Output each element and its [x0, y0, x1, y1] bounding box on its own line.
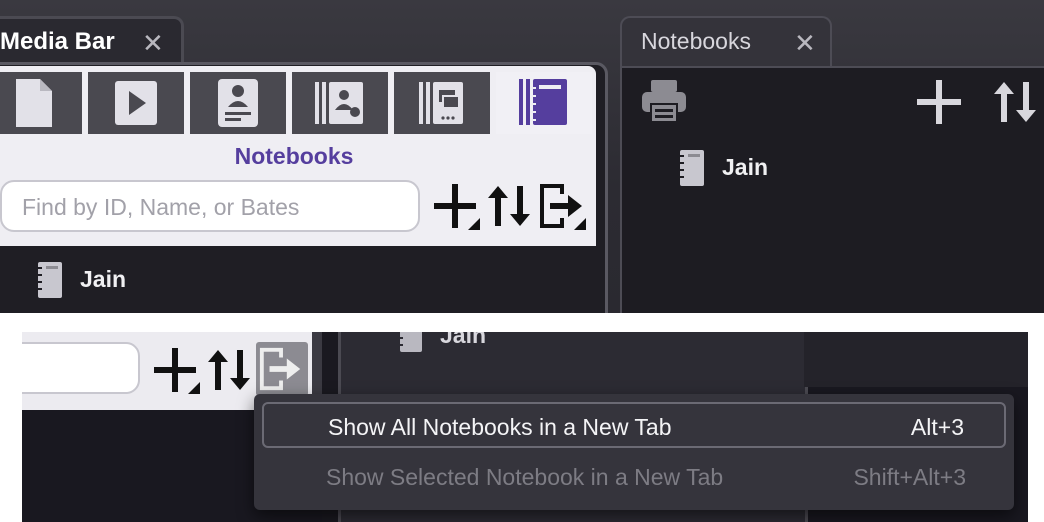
menu-item-shortcut: Shift+Alt+3 [853, 464, 966, 490]
tab-contacts[interactable] [190, 72, 286, 134]
bottom-screenshot: tes Jain Show All Notebooks in a New Tab… [22, 332, 1028, 522]
play-icon [115, 81, 157, 125]
notebook-item-label[interactable]: Jain [80, 266, 126, 293]
print-icon[interactable] [640, 78, 688, 124]
export-new-tab-icon[interactable] [538, 182, 588, 230]
export-new-tab-icon [259, 347, 301, 391]
notebook-item-icon [36, 262, 62, 298]
tab-notebooks[interactable] [496, 72, 592, 134]
media-bar-tab-title: Media Bar [0, 28, 115, 55]
menu-item-label: Show Selected Notebook in a New Tab [326, 464, 724, 490]
tab-sets[interactable] [394, 72, 490, 134]
menu-item-label: Show All Notebooks in a New Tab [328, 414, 672, 440]
add-notebook-icon[interactable] [152, 348, 202, 394]
stacked-pages-icon [419, 82, 463, 124]
tab-media[interactable] [88, 72, 184, 134]
search-box[interactable] [0, 180, 420, 232]
menu-item-show-all-notebooks[interactable]: Show All Notebooks in a New Tab Alt+3 [262, 402, 1006, 448]
tab-documents[interactable] [0, 72, 82, 134]
sort-icon[interactable] [206, 348, 252, 392]
sort-icon-dark[interactable] [992, 80, 1044, 124]
add-icon[interactable] [916, 80, 962, 124]
notebook-icon [519, 79, 567, 125]
search-box[interactable]: tes [22, 342, 140, 394]
search-input[interactable] [20, 182, 404, 232]
search-placeholder-fragment: tes [22, 356, 23, 383]
binder-person-icon [315, 82, 363, 124]
notebooks-close-icon[interactable]: ✕ [794, 30, 816, 56]
sort-icon[interactable] [486, 184, 532, 228]
notebook-item-icon [678, 150, 704, 186]
add-notebook-icon[interactable] [432, 184, 482, 230]
notebook-item-label[interactable]: Jain [440, 332, 486, 349]
notebook-item-icon [398, 332, 422, 352]
menu-item-show-selected-notebook: Show Selected Notebook in a New Tab Shif… [262, 454, 1006, 500]
contact-card-icon [218, 79, 258, 127]
menu-item-shortcut: Alt+3 [910, 414, 964, 440]
right-panel-fragment [804, 332, 1028, 387]
notebooks-section-title: Notebooks [234, 143, 354, 169]
document-icon [16, 79, 52, 127]
export-context-menu: Show All Notebooks in a New Tab Alt+3 Sh… [254, 394, 1014, 510]
notebooks-tab-title: Notebooks [641, 28, 751, 54]
media-bar-close-icon[interactable]: ✕ [142, 30, 164, 56]
tab-witnesses[interactable] [292, 72, 388, 134]
top-screenshot: Media Bar ✕ Notebooks Find by ID, Name, … [0, 0, 1044, 313]
export-button-pressed[interactable] [256, 342, 308, 396]
notebook-item-label[interactable]: Jain [722, 154, 768, 181]
